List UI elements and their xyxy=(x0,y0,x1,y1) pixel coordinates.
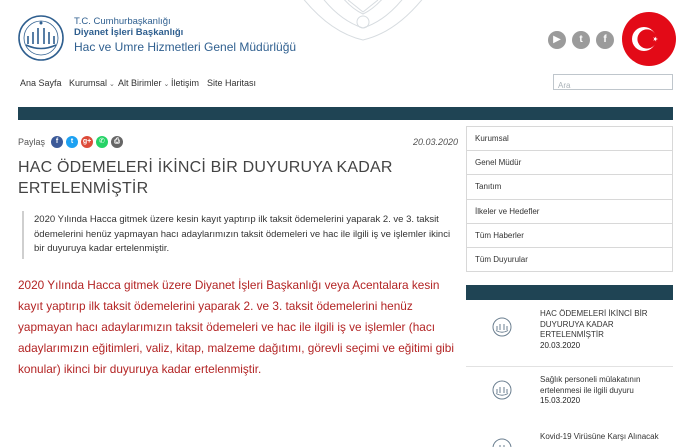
facebook-icon[interactable]: f xyxy=(51,136,63,148)
news-title: Kovid-19 Virüsüne Karşı Alınacak xyxy=(540,432,659,441)
search-input[interactable] xyxy=(554,78,672,93)
share-label: Paylaş xyxy=(18,137,46,147)
whatsapp-icon[interactable]: ✆ xyxy=(96,136,108,148)
divider xyxy=(466,366,673,367)
twitter-icon[interactable]: t xyxy=(572,31,590,49)
diyanet-logo-icon xyxy=(492,317,512,337)
sidebar-item-genel-mudur[interactable]: Genel Müdür xyxy=(466,151,673,176)
news-item-text: Sağlık personeli mülakatının ertelenmesi… xyxy=(540,375,665,407)
nav-alt-birimler[interactable]: Alt Birimler ⌄ xyxy=(118,76,169,92)
twitter-icon[interactable]: t xyxy=(66,136,78,148)
news-item-text: Kovid-19 Virüsüne Karşı Alınacak xyxy=(540,432,665,443)
diyanet-logo[interactable] xyxy=(14,14,68,62)
sidebar-item-tum-haberler[interactable]: Tüm Haberler xyxy=(466,223,673,248)
turkish-flag-icon xyxy=(622,12,676,66)
news-header-bar xyxy=(466,285,673,300)
list-item[interactable]: HAC ÖDEMELERİ İKİNCİ BİR DUYURUYA KADAR … xyxy=(466,309,673,367)
ornament-pattern xyxy=(303,0,423,41)
news-item-text: HAC ÖDEMELERİ İKİNCİ BİR DUYURUYA KADAR … xyxy=(540,309,665,351)
chevron-down-icon: ⌄ xyxy=(109,81,115,88)
news-date: 15.03.2020 xyxy=(540,396,581,405)
article-title: HAC ÖDEMELERİ İKİNCİ BİR DUYURUYA KADAR … xyxy=(18,159,393,197)
sidebar-item-tum-duyurular[interactable]: Tüm Duyurular xyxy=(466,247,673,273)
org-line-2: Diyanet İşleri Başkanlığı xyxy=(74,27,184,38)
sidebar-item-kurumsal[interactable]: Kurumsal xyxy=(466,127,673,152)
news-title: HAC ÖDEMELERİ İKİNCİ BİR DUYURUYA KADAR … xyxy=(540,309,648,339)
news-date: 20.03.2020 xyxy=(540,340,581,350)
org-line-3: Hac ve Umre Hizmetleri Genel Müdürlüğü xyxy=(74,40,297,54)
nav-home[interactable]: Ana Sayfa xyxy=(20,76,62,90)
news-title: Sağlık personeli mülakatının ertelenmesi… xyxy=(540,375,641,395)
header-divider-bar xyxy=(18,107,673,120)
sidebar-item-ilkeler[interactable]: İlkeler ve Hedefler xyxy=(466,199,673,224)
article-summary: 2020 Yılında Hacca gitmek üzere kesin ka… xyxy=(22,211,452,259)
site-header: T.C. Cumhurbaşkanlığı Diyanet İşleri Baş… xyxy=(0,0,700,72)
article-date: 20.03.2020 xyxy=(412,137,458,147)
facebook-icon[interactable]: f xyxy=(596,31,614,49)
org-line-1: T.C. Cumhurbaşkanlığı xyxy=(74,16,171,27)
share-row: Paylaş f t g+ ✆ ⎙ 20.03.2020 xyxy=(18,135,458,149)
article-body: 2020 Yılında Hacca gitmek üzere Diyanet … xyxy=(18,278,454,376)
chevron-down-icon: ⌄ xyxy=(163,81,170,88)
diyanet-logo-icon xyxy=(492,438,512,447)
youtube-icon[interactable]: ▶ xyxy=(548,31,566,49)
brand-text[interactable]: T.C. Cumhurbaşkanlığı Diyanet İşleri Baş… xyxy=(74,16,296,55)
list-item[interactable]: Kovid-19 Virüsüne Karşı Alınacak xyxy=(466,432,673,447)
nav-iletisim[interactable]: İletişim xyxy=(171,76,199,90)
sidebar-menu: Kurumsal Genel Müdür Tanıtım İlkeler ve … xyxy=(466,126,673,273)
diyanet-logo-icon xyxy=(492,380,512,400)
list-item[interactable]: Sağlık personeli mülakatının ertelenmesi… xyxy=(466,375,673,433)
search-box xyxy=(553,74,673,93)
nav-site-haritasi[interactable]: Site Haritası xyxy=(207,76,256,90)
nav-kurumsal[interactable]: Kurumsal ⌄ xyxy=(69,76,115,92)
google-plus-icon[interactable]: g+ xyxy=(81,136,93,148)
print-icon[interactable]: ⎙ xyxy=(111,136,123,148)
sidebar-item-tanitim[interactable]: Tanıtım xyxy=(466,175,673,200)
